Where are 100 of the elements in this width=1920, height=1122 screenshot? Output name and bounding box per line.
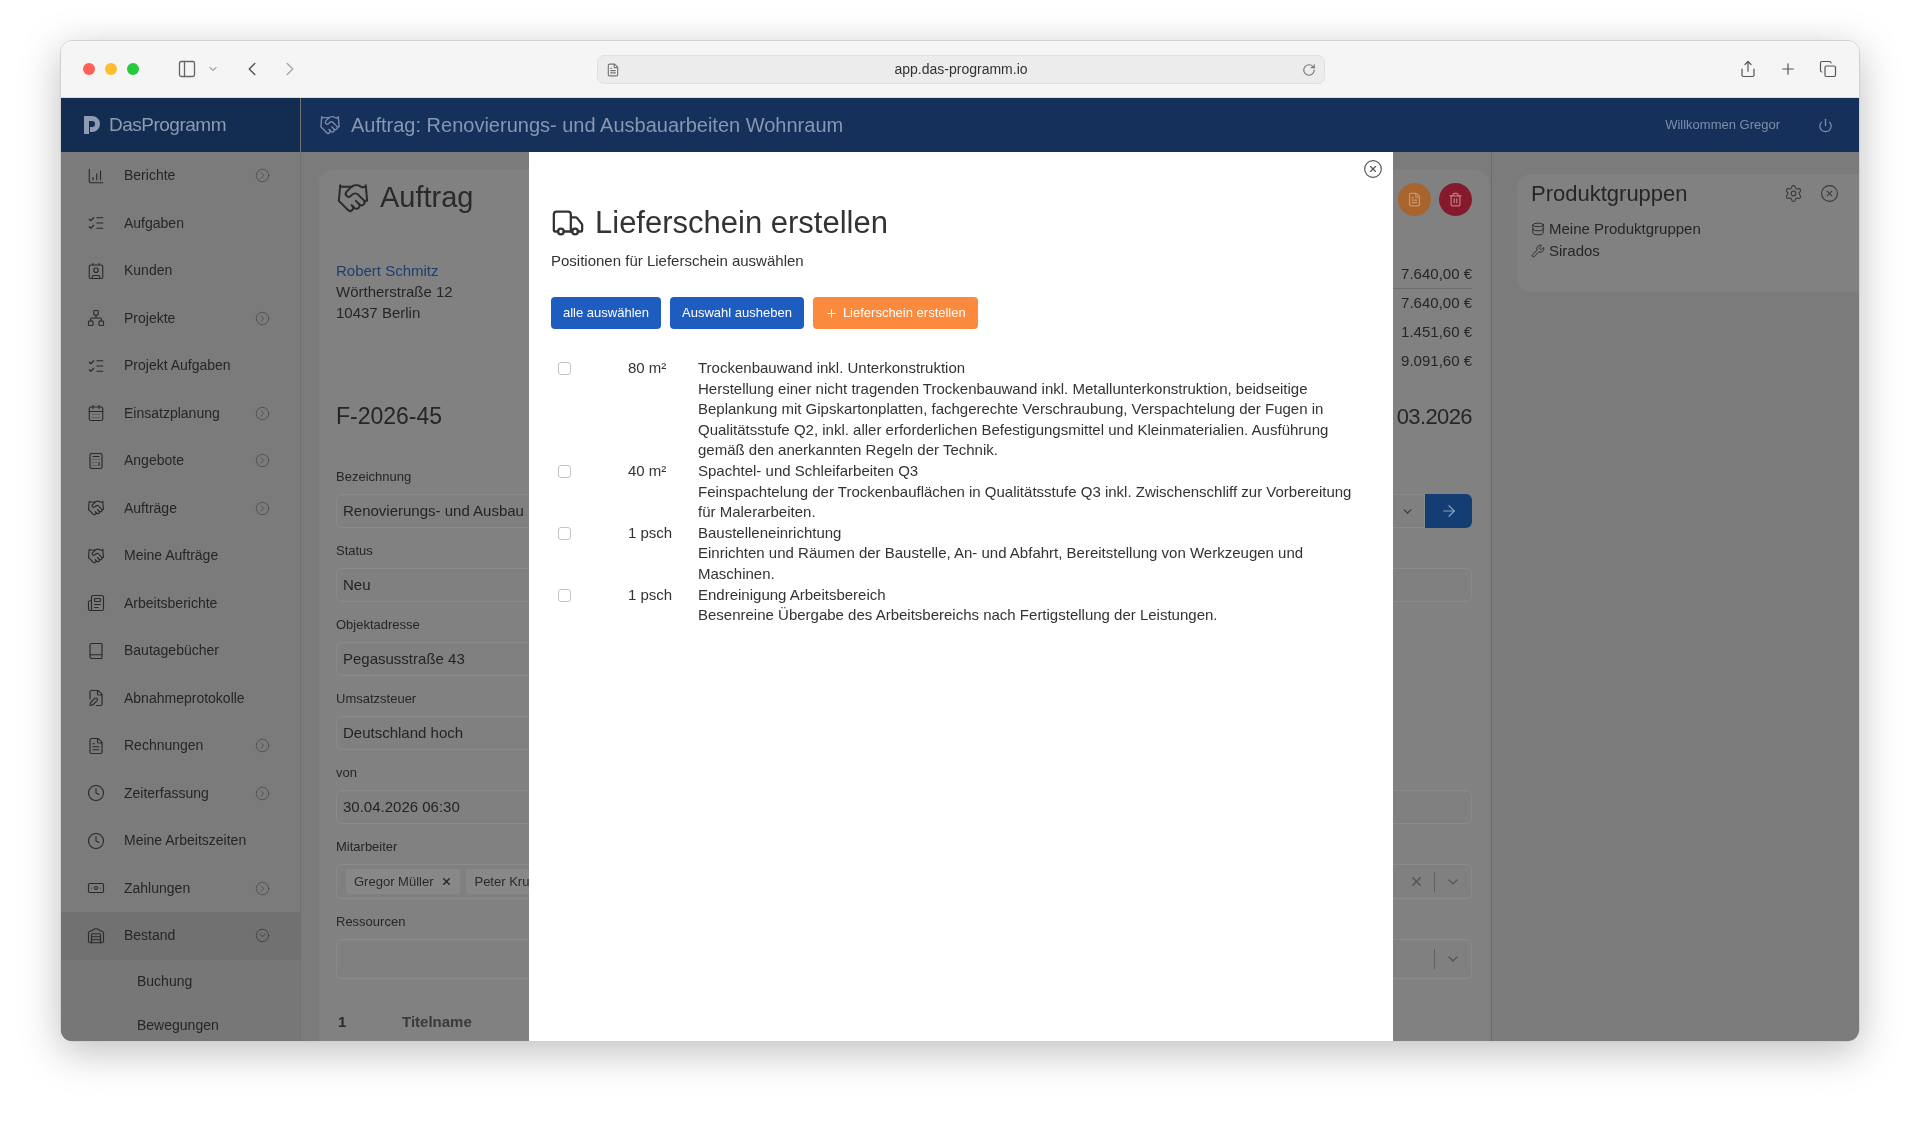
customer-city: 10437 Berlin [336, 303, 422, 323]
address-bar[interactable]: app.das-programm.io [597, 55, 1325, 84]
dialog-subtitle: Positionen für Lieferschein auswählen [551, 252, 804, 269]
chevron-right-icon[interactable] [255, 738, 270, 754]
clock-icon [87, 784, 105, 803]
position-description: Feinspachtelung der Trockenbauflächen in Qualitätsstufe Q3 inkl. Zwischenschliff zur Vorbereitung für Malerarbeiten. [698, 481, 1353, 523]
row-number-header: 1 [337, 1012, 348, 1032]
go-button[interactable] [1425, 494, 1472, 528]
minimize-window-button[interactable] [105, 63, 117, 75]
warehouse-icon [87, 926, 105, 945]
newspaper-icon [87, 594, 105, 613]
field-label: Objektadresse [336, 616, 420, 634]
page-icon [606, 62, 620, 77]
checkbox[interactable] [558, 588, 571, 602]
position-title: Endreinigung Arbeitsbereich [698, 584, 887, 605]
field-label: Bezeichnung [336, 468, 412, 486]
sidebar-item[interactable]: Rechnungen [61, 722, 300, 770]
product-group-item[interactable]: Meine Produktgruppen [1531, 218, 1839, 240]
checkbox[interactable] [558, 526, 571, 540]
sidebar-item[interactable]: Projekte [61, 294, 300, 342]
sidebar-item[interactable]: Meine Arbeitszeiten [61, 817, 300, 865]
customer-link[interactable]: Robert Schmitz [336, 260, 453, 281]
action-button[interactable]: alle auswählen [551, 297, 661, 329]
document-icon [87, 736, 105, 755]
checkbox[interactable] [558, 464, 571, 478]
pdf-button[interactable] [1398, 182, 1431, 216]
sidebar-item[interactable]: Aufgaben [61, 199, 300, 247]
close-window-button[interactable] [83, 63, 95, 75]
sidebar-item[interactable]: Einsatzplanung [61, 389, 300, 437]
panel-title: Produktgruppen [1531, 179, 1688, 208]
power-icon[interactable] [1818, 117, 1833, 133]
chevron-down-icon[interactable] [255, 928, 270, 944]
sidebar-item[interactable]: Berichte [61, 152, 300, 200]
position-title: Trockenbauwand inkl. Unterkonstruktion [698, 358, 967, 378]
close-icon[interactable] [1363, 159, 1383, 179]
employee-name: Gregor Müller [354, 872, 434, 891]
checkbox[interactable] [558, 362, 571, 375]
amount: 7.640,00 € [1401, 293, 1472, 314]
field-label: Status [336, 542, 373, 560]
sidebar-item[interactable]: Angebote [61, 437, 300, 485]
tabs-overview-icon[interactable] [1819, 60, 1837, 78]
logo-text: DasProgramm [109, 112, 226, 137]
sidebar-item[interactable]: Zahlungen [61, 864, 300, 912]
chart-icon [87, 166, 105, 185]
chevron-right-icon[interactable] [255, 785, 270, 801]
trash-icon [1448, 191, 1463, 207]
chevron-right-icon[interactable] [255, 880, 270, 896]
maximize-window-button[interactable] [127, 63, 139, 75]
amount: 9.091,60 € [1401, 351, 1472, 372]
chevron-right-icon[interactable] [255, 500, 270, 516]
sidebar-subitem[interactable]: Buchung [61, 959, 300, 1004]
chevron-right-icon[interactable] [255, 405, 270, 421]
sidebar-toggle-icon[interactable] [177, 59, 197, 79]
position-description: Einrichten und Räumen der Baustelle, An- und Abfahrt, Bereitstellung von Werkzeugen und Maschinen. [698, 543, 1305, 584]
sidebar-item[interactable]: Bautagebücher [61, 627, 300, 675]
card-title: Auftrag [380, 180, 474, 216]
book-icon [87, 641, 105, 660]
welcome-text: Willkommen Gregor [1665, 116, 1780, 135]
logo-icon [81, 114, 103, 136]
share-icon[interactable] [1739, 60, 1757, 78]
employee-name: Peter Kru [474, 872, 530, 891]
plus-icon [824, 306, 838, 320]
sidebar-subitem[interactable]: Bewegungen [61, 1003, 300, 1041]
file-pen-icon [87, 689, 105, 708]
chevron-right-icon[interactable] [255, 310, 270, 326]
sidebar-item[interactable]: Abnahmeprotokolle [61, 674, 300, 722]
position-description: Besenreine Übergabe des Arbeitsbereichs nach Fertigstellung der Leistungen. [698, 605, 1219, 626]
reload-icon[interactable] [1302, 62, 1316, 77]
delete-button[interactable] [1439, 182, 1472, 216]
handshake-icon [319, 114, 341, 136]
field-label: von [336, 764, 357, 782]
sidebar-item[interactable]: Projekt Aufgaben [61, 342, 300, 390]
quantity: 1 psch [628, 523, 673, 541]
action-button[interactable]: Lieferschein erstellen [812, 297, 978, 329]
field-label: Ressourcen [336, 913, 406, 931]
action-button[interactable]: Auswahl ausheben [670, 297, 804, 329]
sidebar-item[interactable]: Aufträge [61, 484, 300, 532]
position-description: Herstellung einer nicht tragenden Trockenbauwand inkl. Metallunterkonstruktion, beidseitige Beplankung mit Gipskartonplatten, fachgerechte Verschraubung, Verspachtelung der Fugen in Qualitätsstufe Q2, inkl. aller erforderlichen Befestigungsmittel und Kleinmaterialien. Ausführung gemäß den anerkannten Regeln der Technik. [698, 378, 1330, 461]
sidebar-item[interactable]: Kunden [61, 247, 300, 295]
settings-icon[interactable] [1784, 183, 1803, 203]
quantity: 1 psch [628, 585, 673, 603]
position-title: Baustelleneinrichtung [698, 522, 843, 543]
sidebar-item[interactable]: Zeiterfassung [61, 769, 300, 817]
calculator-icon [87, 451, 105, 470]
handshake-icon [87, 546, 105, 565]
clear-icon[interactable] [1409, 874, 1424, 889]
remove-icon[interactable] [441, 876, 453, 887]
sidebar-item[interactable]: Arbeitsberichte [61, 579, 300, 627]
network-icon [87, 309, 105, 328]
chevron-right-icon[interactable] [255, 453, 270, 469]
product-group-item[interactable]: Sirados [1531, 240, 1839, 262]
sidebar-item[interactable]: Meine Aufträge [61, 532, 300, 580]
new-tab-icon[interactable] [1779, 60, 1797, 78]
field-label: Umsatzsteuer [336, 690, 417, 708]
sidebar-item[interactable]: Bestand [61, 912, 300, 960]
quantity: 40 m² [628, 461, 667, 479]
chevron-right-icon[interactable] [255, 168, 270, 184]
handshake-icon [87, 499, 105, 518]
customer-street: Wörtherstraße 12 [336, 282, 453, 302]
amount: 7.640,00 € [1401, 263, 1472, 284]
